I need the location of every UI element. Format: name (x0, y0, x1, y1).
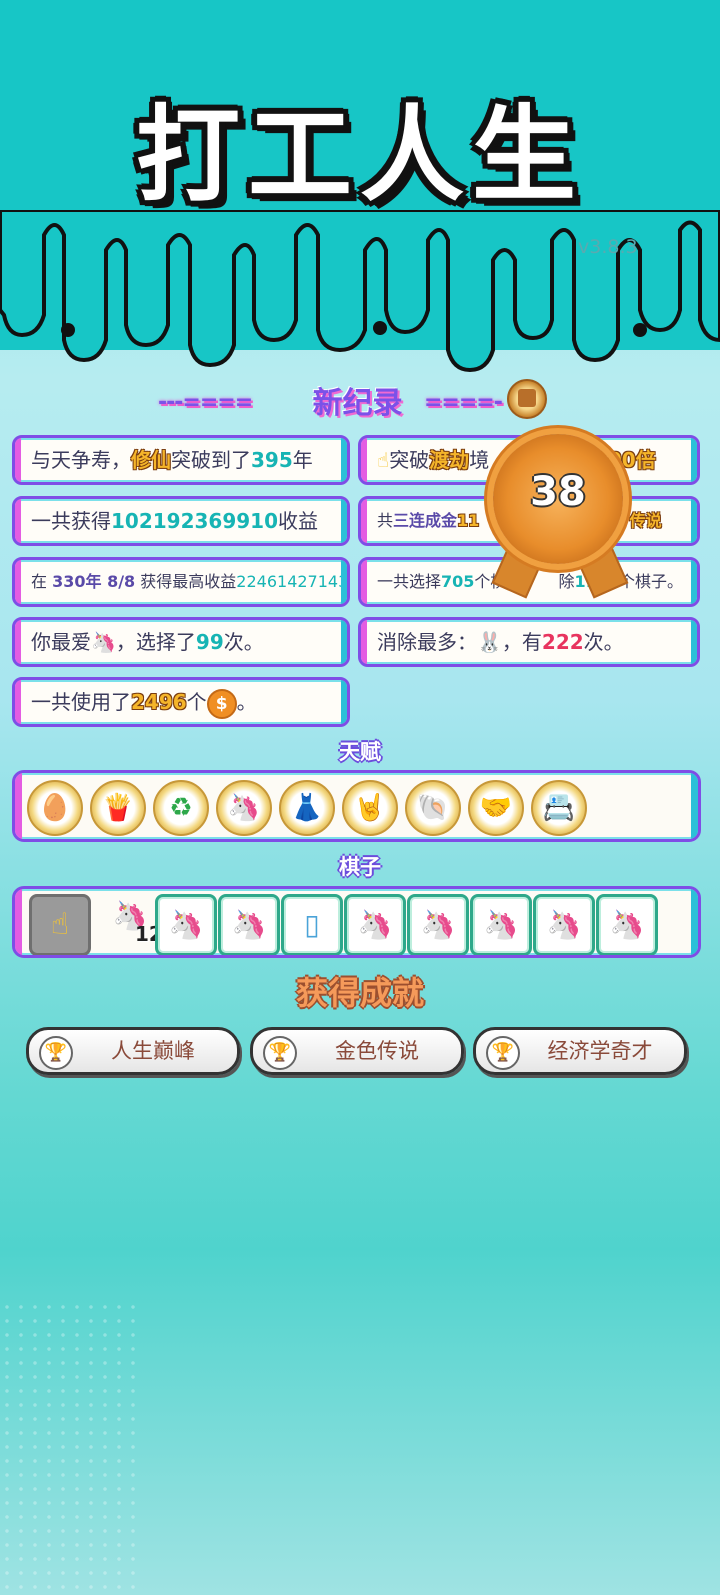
stat-card-coins-used: 一共使用了2496个 $。 (12, 677, 350, 727)
coin-icon: $ (206, 688, 237, 719)
achievement-button[interactable]: 🏆 人生巅峰 (26, 1027, 240, 1075)
header-deco-right: ====- (424, 390, 503, 415)
stat-card-total-income: 一共获得102192369910收益 (12, 496, 350, 546)
achievements-title: 获得成就 (295, 974, 424, 1012)
skirt-icon[interactable]: 👗 (279, 780, 335, 836)
piece-unicorn[interactable]: 🦄 (596, 894, 658, 955)
unicorn-icon: 🦄 (91, 630, 116, 654)
trophy-icon: 🏆 (39, 1036, 73, 1070)
achievement-label: 金色传说 (335, 1039, 419, 1063)
achievement-label: 人生巅峰 (111, 1039, 195, 1063)
rabbit-icon: 🐰 (477, 630, 502, 654)
piece-fridge[interactable]: ▯ (281, 894, 343, 955)
medal-number: 38 (530, 469, 586, 515)
piece-unicorn[interactable]: 🦄 (407, 894, 469, 955)
talents-label: 天赋 (339, 740, 381, 764)
rank-medal: 38 (485, 430, 635, 599)
handshake-icon[interactable]: 🤝 (468, 780, 524, 836)
talents-strip: 🥚 🍟 ♻ 🦄 👗 🤘 🐚 🤝 📇 (12, 770, 701, 842)
piece-unicorn[interactable]: 🦄 (533, 894, 595, 955)
header-deco-left: ---==== (158, 390, 253, 415)
version-label: v3.8.3 (578, 236, 638, 258)
pieces-strip: ☝ 🦄 12 🦄 🦄 ▯ 🦄 🦄 🦄 🦄 🦄 (12, 886, 701, 958)
rock-hand-icon[interactable]: 🤘 (342, 780, 398, 836)
stat-card-max-income: 在 330年 8/8 获得最高收益22461427143 (12, 557, 350, 607)
rolling-pin-icon[interactable]: 🥚 (27, 780, 83, 836)
unicorn-icon[interactable]: 🦄 (216, 780, 272, 836)
game-title: 打工人生 (135, 94, 584, 216)
piece-unicorn[interactable]: 🦄 (344, 894, 406, 955)
hand-pointer-icon[interactable]: ☝ (29, 894, 91, 955)
piece-unicorn[interactable]: 🦄 (218, 894, 280, 955)
trophy-icon: 🏆 (486, 1036, 520, 1070)
trophy-icon: 🏆 (263, 1036, 297, 1070)
stat-card-most-eliminated: 消除最多：🐰，有222次。 (358, 617, 700, 667)
new-record-title: 新纪录 (312, 386, 403, 421)
stat-card-favorite: 你最爱🦄，选择了99次。 (12, 617, 350, 667)
shell-icon[interactable]: 🐚 (405, 780, 461, 836)
achievement-button[interactable]: 🏆 金色传说 (250, 1027, 464, 1075)
fries-icon[interactable]: 🍟 (90, 780, 146, 836)
piece-unicorn[interactable]: 🦄 (155, 894, 217, 955)
pointing-hand-icon: ☝ (377, 448, 390, 472)
new-record-header: ---==== 新纪录 ====- (0, 378, 720, 422)
achievement-button[interactable]: 🏆 经济学奇才 (473, 1027, 687, 1075)
stat-card-cultivation: 与天争寿，修仙突破到了395年 (12, 435, 350, 485)
time-card-icon[interactable]: 📇 (531, 780, 587, 836)
badge-icon (507, 379, 547, 419)
recycle-icon[interactable]: ♻ (153, 780, 209, 836)
piece-unicorn[interactable]: 🦄 (470, 894, 532, 955)
pieces-label: 棋子 (339, 855, 381, 879)
achievement-label: 经济学奇才 (547, 1039, 653, 1063)
dot-pattern (0, 1300, 140, 1595)
